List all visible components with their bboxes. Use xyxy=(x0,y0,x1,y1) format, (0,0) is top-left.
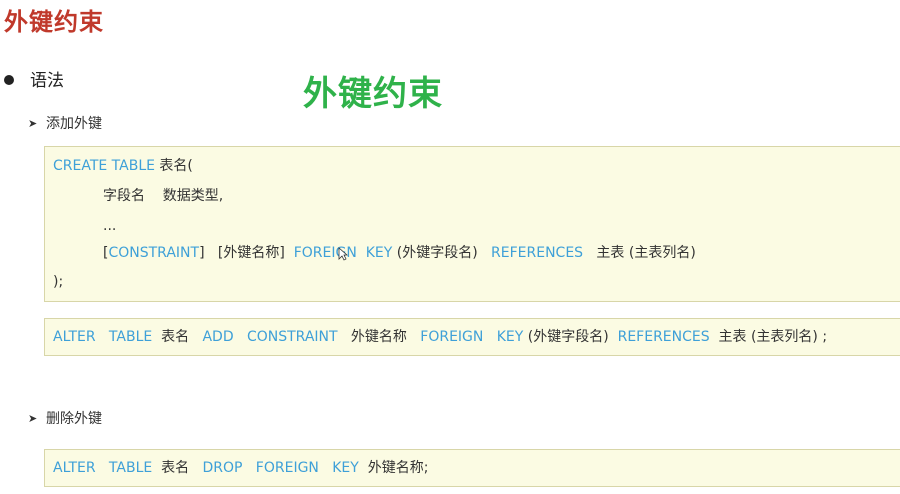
code-line: ); xyxy=(53,274,64,290)
sub-item-label: 添加外键 xyxy=(46,116,102,132)
sub-item-label: 删除外键 xyxy=(46,411,102,427)
code-line: ALTER TABLE 表名 ADD CONSTRAINT 外键名称 FOREI… xyxy=(53,328,827,346)
code-keyword: REFERENCES xyxy=(491,245,584,261)
code-line: ALTER TABLE 表名 DROP FOREIGN KEY 外键名称; xyxy=(53,459,428,477)
alter-drop-code-block: ALTER TABLE 表名 DROP FOREIGN KEY 外键名称; xyxy=(44,449,900,487)
code-line: [CONSTRAINT] [外键名称] FOREIGN KEY (外键字段名) … xyxy=(103,244,696,262)
code-text: 外键名称 xyxy=(337,329,421,345)
sub-item-add-foreign-key: ➤ 添加外键 xyxy=(28,113,102,133)
bullet-syntax: 语法 xyxy=(4,66,64,91)
code-line: ... xyxy=(103,218,117,234)
code-keyword: DROP FOREIGN KEY xyxy=(202,460,359,476)
code-text: (外键字段名) xyxy=(523,329,618,345)
code-keyword: FOREIGN KEY xyxy=(420,329,524,345)
code-text: 表名 xyxy=(152,329,203,345)
code-text: 表名( xyxy=(154,158,193,174)
code-text: (外键字段名) xyxy=(392,245,492,261)
page-title: 外键约束 xyxy=(4,8,104,36)
code-keyword: ADD CONSTRAINT xyxy=(202,329,338,345)
code-text: 表名 xyxy=(152,460,203,476)
code-keyword: ALTER TABLE xyxy=(53,329,153,345)
arrow-right-icon: ➤ xyxy=(28,411,38,425)
bullet-dot-icon xyxy=(4,74,14,85)
overlay-title: 外键约束 xyxy=(303,74,443,114)
mouse-cursor-icon xyxy=(338,247,348,261)
alter-add-code-block: ALTER TABLE 表名 ADD CONSTRAINT 外键名称 FOREI… xyxy=(44,318,900,356)
bullet-label: 语法 xyxy=(30,71,64,91)
create-table-code-block: CREATE TABLE 表名( 字段名 数据类型, ... [CONSTRAI… xyxy=(44,146,900,302)
code-text: 外键名称; xyxy=(358,460,429,476)
code-keyword: CONSTRAINT xyxy=(108,245,200,261)
arrow-right-icon: ➤ xyxy=(28,116,38,130)
code-line: 字段名 数据类型, xyxy=(103,188,224,204)
code-line: CREATE TABLE 表名( xyxy=(53,157,193,175)
code-keyword: ALTER TABLE xyxy=(53,460,153,476)
code-keyword: REFERENCES xyxy=(617,329,710,345)
code-text: 主表 (主表列名) xyxy=(583,245,696,261)
code-keyword: CREATE TABLE xyxy=(53,158,155,174)
sub-item-delete-foreign-key: ➤ 删除外键 xyxy=(28,408,102,428)
code-text: ] [外键名称] xyxy=(199,245,294,261)
code-text: 主表 (主表列名) ; xyxy=(709,329,828,345)
